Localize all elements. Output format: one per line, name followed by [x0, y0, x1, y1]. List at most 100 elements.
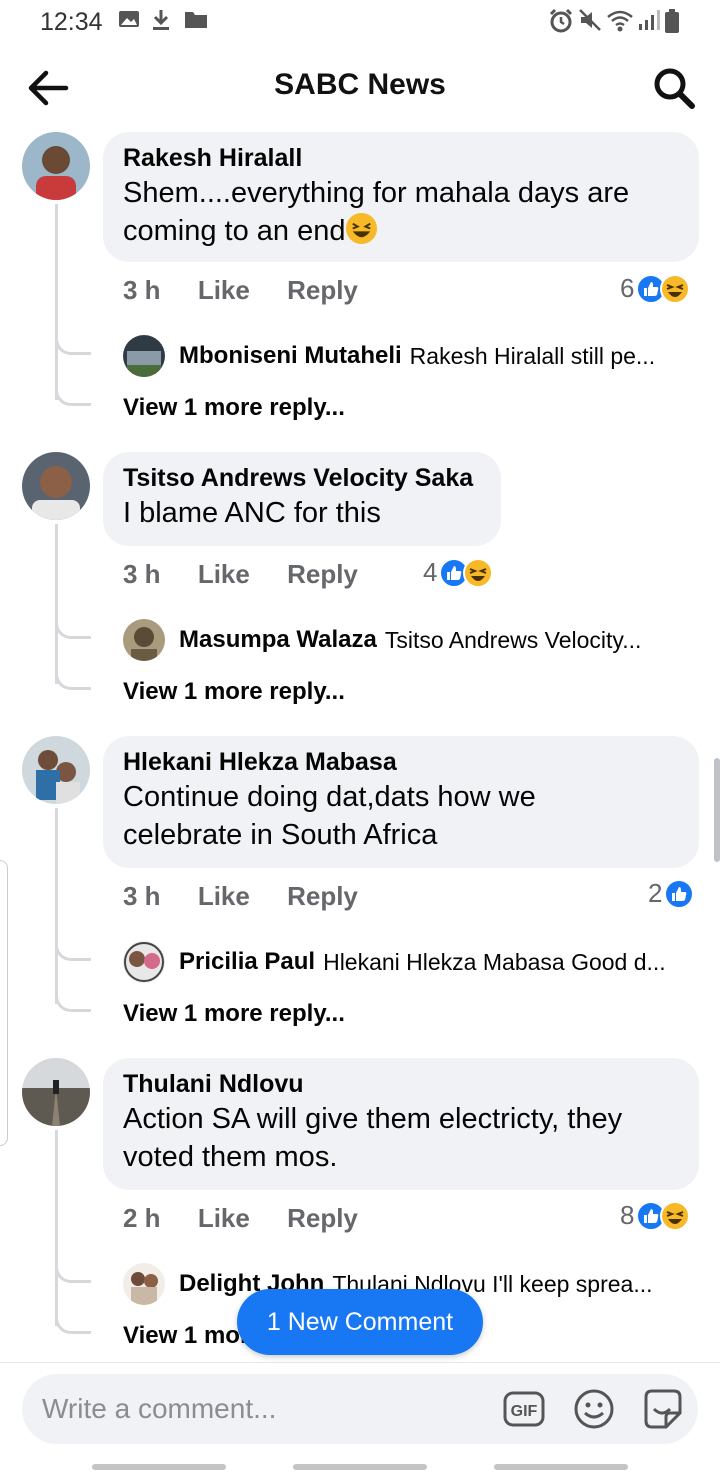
reactions-summary[interactable]: 6 [620, 273, 691, 304]
reply-preview[interactable]: Masumpa Walaza Tsitso Andrews Velocity..… [123, 618, 641, 662]
like-button[interactable]: Like [198, 881, 250, 911]
reply-author[interactable]: Mboniseni Mutaheli [179, 342, 402, 370]
comment-text: Shem....everything for mahala days are [123, 177, 630, 209]
composer-divider [0, 1362, 720, 1363]
reply-connector [55, 619, 91, 639]
comment-item: Hlekani Hlekza Mabasa Continue doing dat… [0, 736, 720, 1036]
haha-reaction-icon [463, 557, 494, 588]
reply-preview[interactable]: Mboniseni Mutaheli Rakesh Hiralall still… [123, 334, 655, 378]
reply-button[interactable]: Reply [287, 881, 358, 911]
thread-line [55, 808, 58, 1004]
comment-bubble[interactable]: Tsitso Andrews Velocity Saka I blame ANC… [103, 452, 501, 546]
comment-text-line2: coming to an end [123, 212, 677, 250]
wifi-icon [607, 10, 633, 32]
reply-connector [55, 386, 91, 406]
signal-icon [639, 10, 660, 30]
comment-author[interactable]: Thulani Ndlovu [123, 1068, 677, 1100]
reactions-summary[interactable]: 4 [423, 557, 494, 588]
scrollbar-thumb[interactable] [714, 758, 720, 862]
avatar[interactable] [22, 736, 90, 804]
reaction-count: 8 [620, 1200, 635, 1230]
reply-connector [55, 941, 91, 961]
comment-meta: 3 h Like Reply [123, 275, 388, 306]
nav-home[interactable] [293, 1464, 427, 1470]
reply-button[interactable]: Reply [287, 559, 358, 589]
new-comment-button[interactable]: 1 New Comment [237, 1289, 483, 1355]
comment-author[interactable]: Tsitso Andrews Velocity Saka [123, 462, 479, 494]
gif-icon[interactable]: GIF [502, 1387, 546, 1431]
like-button[interactable]: Like [198, 275, 250, 305]
image-icon [119, 11, 139, 27]
like-reaction-icon [664, 878, 695, 909]
comment-time: 3 h [123, 275, 161, 305]
emoji-icon[interactable] [572, 1387, 616, 1431]
reply-connector [55, 1314, 91, 1334]
edge-panel-handle[interactable] [0, 860, 8, 1146]
reply-connector [55, 1263, 91, 1283]
comment-author[interactable]: Rakesh Hiralall [123, 142, 677, 174]
haha-reaction-icon [660, 1200, 691, 1231]
mute-icon [579, 9, 601, 31]
comment-author[interactable]: Hlekani Hlekza Mabasa [123, 746, 677, 778]
comment-bubble[interactable]: Thulani Ndlovu Action SA will give them … [103, 1058, 699, 1190]
view-more-replies[interactable]: View 1 more reply... [123, 678, 345, 706]
avatar[interactable] [22, 452, 90, 520]
battery-icon [665, 9, 679, 33]
comment-time: 3 h [123, 881, 161, 911]
reply-button[interactable]: Reply [287, 1203, 358, 1233]
comment-item: Tsitso Andrews Velocity Saka I blame ANC… [0, 452, 720, 712]
comment-bubble[interactable]: Rakesh Hiralall Shem....everything for m… [103, 132, 699, 262]
reactions-summary[interactable]: 8 [620, 1200, 691, 1231]
reply-text: Hlekani Hlekza Mabasa Good d... [323, 948, 666, 975]
comment-time: 3 h [123, 559, 161, 589]
nav-recents[interactable] [92, 1464, 226, 1470]
reply-connector [55, 670, 91, 690]
avatar[interactable] [22, 1058, 90, 1126]
search-icon[interactable] [650, 64, 698, 112]
avatar[interactable] [123, 941, 165, 983]
reply-text: Tsitso Andrews Velocity... [384, 626, 642, 653]
status-time: 12:34 [40, 8, 103, 36]
avatar[interactable] [123, 619, 165, 661]
reply-connector [55, 335, 91, 355]
comment-item: Rakesh Hiralall Shem....everything for m… [0, 132, 720, 432]
reply-preview[interactable]: Pricilia Paul Hlekani Hlekza Mabasa Good… [123, 940, 666, 984]
reaction-count: 2 [648, 878, 663, 908]
reply-author[interactable]: Masumpa Walaza [179, 626, 377, 654]
system-nav-bar [0, 1452, 720, 1480]
reply-connector [55, 992, 91, 1012]
app-header: SABC News [0, 44, 720, 134]
reaction-count: 6 [620, 273, 635, 303]
comment-text: Continue doing dat,dats how we [123, 781, 536, 813]
status-bar: 12:34 [0, 0, 720, 44]
thread-line [55, 204, 58, 400]
comment-text: I blame ANC for this [123, 497, 381, 529]
reply-author[interactable]: Pricilia Paul [179, 948, 315, 976]
comment-meta: 3 h Like Reply [123, 881, 388, 912]
avatar[interactable] [123, 335, 165, 377]
svg-text:GIF: GIF [511, 1403, 538, 1420]
comment-bubble[interactable]: Hlekani Hlekza Mabasa Continue doing dat… [103, 736, 699, 868]
comment-text: Action SA will give them electricty, the… [123, 1103, 623, 1135]
comment-meta: 3 h Like Reply [123, 559, 388, 590]
reaction-count: 4 [423, 557, 438, 587]
avatar[interactable] [123, 1263, 165, 1305]
view-more-replies[interactable]: View 1 more reply... [123, 394, 345, 422]
comment-meta: 2 h Like Reply [123, 1203, 388, 1234]
download-icon [153, 10, 169, 30]
laughing-emoji-icon [346, 212, 378, 245]
like-button[interactable]: Like [198, 1203, 250, 1233]
comment-time: 2 h [123, 1203, 161, 1233]
avatar[interactable] [22, 132, 90, 200]
reactions-summary[interactable]: 2 [648, 878, 695, 909]
comment-text-line2: voted them mos. [123, 1141, 338, 1173]
comment-input[interactable] [42, 1374, 482, 1444]
reply-button[interactable]: Reply [287, 275, 358, 305]
sticker-icon[interactable] [640, 1387, 684, 1431]
thread-line [55, 524, 58, 684]
comment-composer: GIF [22, 1374, 698, 1444]
like-button[interactable]: Like [198, 559, 250, 589]
folder-icon [185, 12, 207, 28]
view-more-replies[interactable]: View 1 more reply... [123, 1000, 345, 1028]
nav-back[interactable] [494, 1464, 628, 1470]
